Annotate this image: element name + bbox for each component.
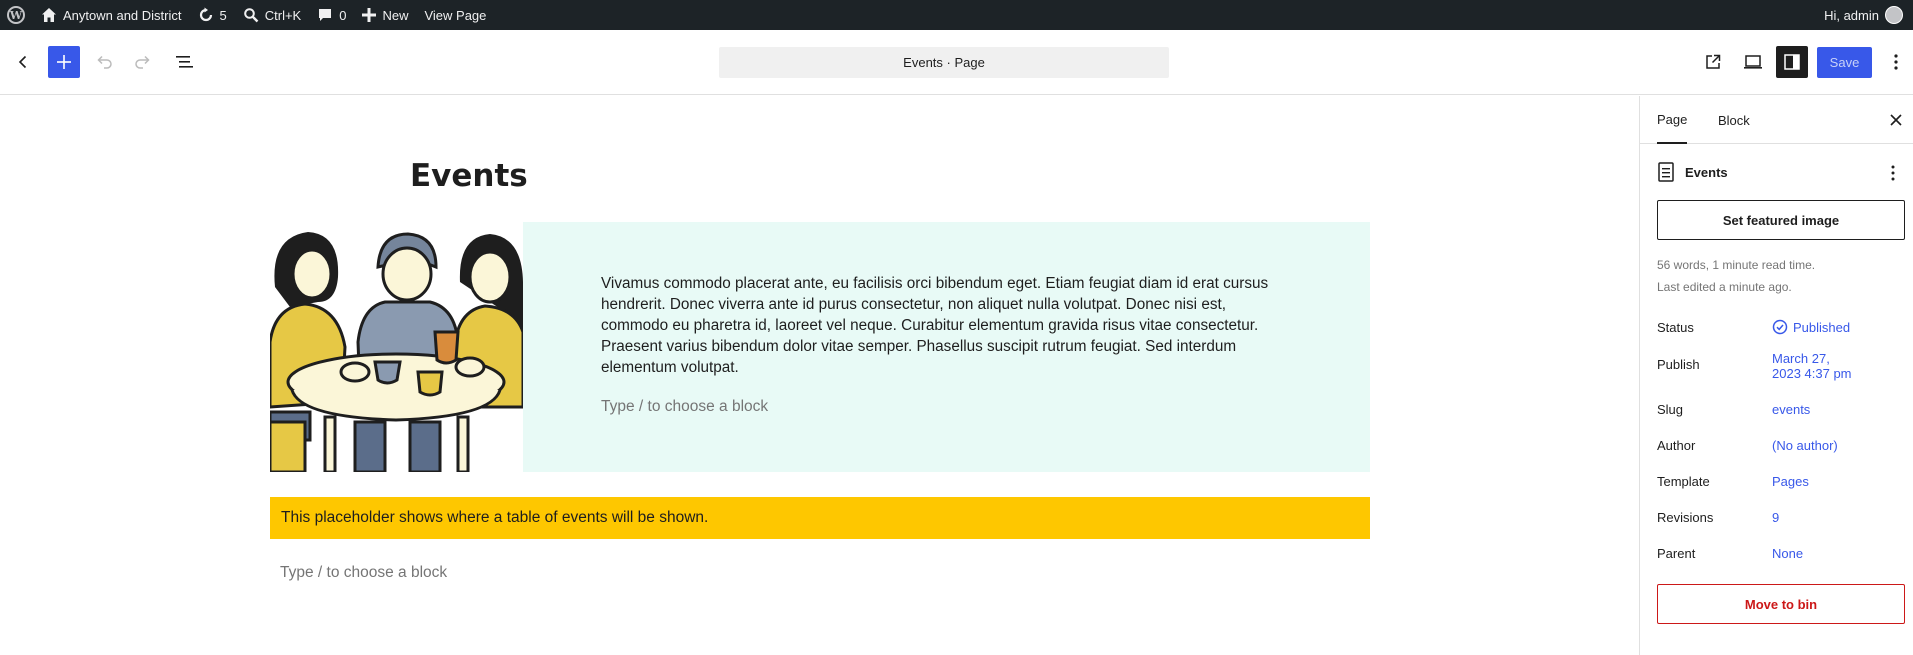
comments-link[interactable]: 0: [309, 0, 354, 30]
status-label: Status: [1657, 320, 1694, 335]
page-name: Events: [1685, 164, 1728, 180]
wordpress-menu[interactable]: W: [0, 0, 33, 30]
status-value[interactable]: Published: [1772, 319, 1850, 335]
editor-header: Events · Page Save: [0, 30, 1913, 95]
site-name-link[interactable]: Anytown and District: [33, 0, 190, 30]
new-content-link[interactable]: New: [354, 0, 416, 30]
parent-label: Parent: [1657, 546, 1696, 561]
publish-date[interactable]: March 27, 2023 4:37 pm: [1772, 351, 1862, 381]
slug-label: Slug: [1657, 402, 1684, 417]
page-summary-header: Events: [1657, 162, 1728, 182]
settings-sidebar: Page Block Events Set featured image 56 …: [1639, 96, 1913, 655]
back-button[interactable]: [7, 46, 39, 78]
page-icon: [1658, 162, 1674, 182]
word-count: 56 words, 1 minute read time.: [1657, 258, 1816, 272]
view-page-label: View Page: [424, 7, 487, 23]
document-title-bar[interactable]: Events · Page: [719, 47, 1169, 78]
account-menu[interactable]: Hi, admin: [1816, 0, 1913, 30]
page-actions-button[interactable]: [1890, 164, 1896, 185]
page-title[interactable]: Events: [410, 158, 528, 194]
search-shortcut: Ctrl+K: [264, 7, 302, 23]
parent-value[interactable]: None: [1772, 546, 1803, 561]
comment-icon: [319, 9, 332, 21]
set-featured-image-label: Set featured image: [1722, 212, 1840, 228]
avatar: [1885, 6, 1903, 24]
updates-link[interactable]: 5: [190, 0, 235, 30]
people-at-table-illustration[interactable]: [268, 222, 525, 474]
updates-count: 5: [219, 7, 227, 23]
tab-page-label: Page: [1657, 111, 1688, 127]
revisions-label: Revisions: [1657, 510, 1714, 525]
new-label: New: [382, 7, 409, 23]
options-menu-button[interactable]: [1880, 46, 1912, 78]
media-text-block-placeholder[interactable]: Type / to choose a block: [601, 398, 768, 416]
last-edited: Last edited a minute ago.: [1657, 280, 1792, 294]
save-button[interactable]: Save: [1817, 47, 1872, 78]
notice-text: This placeholder shows where a table of …: [281, 509, 709, 526]
home-icon: [42, 8, 56, 22]
undo-icon: [97, 55, 112, 69]
view-page-button[interactable]: [1697, 46, 1729, 78]
sidebar-icon: [1784, 54, 1800, 70]
publish-label: Publish: [1657, 357, 1700, 372]
external-link-icon: [1706, 54, 1721, 69]
plus-icon: [57, 55, 71, 69]
more-vertical-icon: [1891, 165, 1895, 181]
move-to-bin-label: Move to bin: [1744, 596, 1818, 612]
published-check-icon: [1772, 319, 1788, 335]
block-placeholder[interactable]: Type / to choose a block: [280, 564, 447, 582]
redo-button[interactable]: [127, 46, 159, 78]
media-text-block[interactable]: Vivamus commodo placerat ante, eu facili…: [268, 222, 1370, 474]
revisions-value[interactable]: 9: [1772, 510, 1779, 525]
tab-block[interactable]: Block: [1718, 96, 1750, 144]
chevron-left-icon: [18, 55, 27, 69]
tab-page[interactable]: Page: [1657, 96, 1688, 144]
move-to-bin-button[interactable]: Move to bin: [1657, 584, 1905, 624]
set-featured-image-button[interactable]: Set featured image: [1657, 200, 1905, 240]
more-vertical-icon: [1894, 54, 1898, 70]
events-table-placeholder-notice[interactable]: This placeholder shows where a table of …: [270, 497, 1370, 539]
updates-icon: [199, 7, 212, 22]
template-value[interactable]: Pages: [1772, 474, 1809, 489]
wordpress-logo-icon: W: [7, 6, 25, 24]
slug-value[interactable]: events: [1772, 402, 1810, 417]
redo-icon: [135, 55, 150, 69]
site-name: Anytown and District: [63, 7, 182, 23]
author-label: Author: [1657, 438, 1696, 453]
author-value[interactable]: (No author): [1772, 438, 1838, 453]
status-text: Published: [1793, 319, 1851, 335]
people-at-table-image: [268, 232, 525, 474]
greeting: Hi, admin: [1824, 7, 1879, 23]
close-sidebar-button[interactable]: [1886, 110, 1906, 130]
list-view-icon: [176, 56, 193, 68]
document-overview-button[interactable]: [168, 46, 200, 78]
media-text-paragraph[interactable]: Vivamus commodo placerat ante, eu facili…: [601, 273, 1281, 378]
comments-count: 0: [339, 7, 347, 23]
sidebar-tabs: Page Block: [1640, 96, 1913, 144]
settings-sidebar-toggle[interactable]: [1776, 46, 1808, 78]
save-label: Save: [1829, 55, 1860, 70]
block-inserter-button[interactable]: [48, 46, 80, 78]
admin-bar: W Anytown and District 5 Ctrl+K 0 New Vi…: [0, 0, 1913, 30]
close-icon: [1890, 114, 1902, 126]
search-icon: [243, 8, 259, 23]
desktop-icon: [1744, 55, 1762, 69]
plus-icon: [362, 8, 377, 22]
editor-canvas: Events Vivamus commodo placerat ante, eu…: [0, 96, 1639, 655]
preview-button[interactable]: [1737, 46, 1769, 78]
undo-button[interactable]: [88, 46, 120, 78]
view-page-link[interactable]: View Page: [416, 0, 494, 30]
command-palette-link[interactable]: Ctrl+K: [235, 0, 309, 30]
tab-block-label: Block: [1718, 112, 1750, 128]
template-label: Template: [1657, 474, 1710, 489]
document-title: Events · Page: [903, 55, 985, 70]
